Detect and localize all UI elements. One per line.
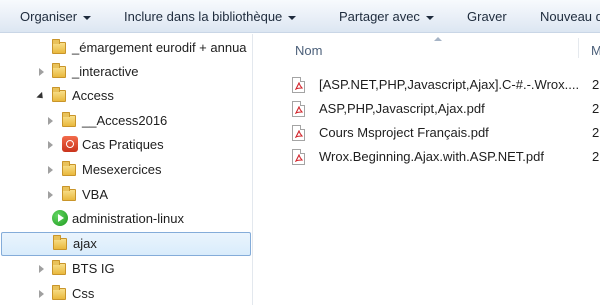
scrollbar-gutter: [253, 34, 278, 305]
include-label: Inclure dans la bibliothèque: [124, 9, 283, 24]
play-icon: [52, 210, 68, 226]
column-divider[interactable]: [578, 38, 579, 58]
folder-icon: [53, 235, 69, 252]
folder-icon: [62, 112, 78, 129]
chevron-down-icon: [288, 15, 297, 20]
app-icon: [62, 136, 78, 152]
organise-menu-button[interactable]: Organiser: [20, 0, 92, 33]
tree-item-label: BTS IG: [72, 261, 115, 276]
tree-item-label: administration-linux: [72, 211, 184, 226]
tree-item-css[interactable]: Css: [0, 282, 252, 305]
tree-item-label: Css: [72, 286, 95, 301]
pdf-file-icon: [292, 77, 305, 93]
folder-open-icon: [52, 87, 68, 104]
include-in-library-button[interactable]: Inclure dans la bibliothèque: [124, 0, 297, 33]
tree-item-vba[interactable]: VBA: [0, 183, 252, 207]
tree-item-administration-linux[interactable]: administration-linux: [0, 207, 252, 231]
share-with-button[interactable]: Partager avec: [339, 0, 434, 33]
share-label: Partager avec: [339, 9, 420, 24]
folder-icon: [52, 63, 68, 80]
folder-icon: [52, 285, 68, 302]
pdf-file-icon: [292, 101, 305, 117]
burn-button[interactable]: Graver: [467, 0, 507, 33]
expand-arrow-icon[interactable]: [36, 289, 46, 299]
file-name: [ASP.NET,PHP,Javascript,Ajax].C-#.-.Wrox…: [319, 77, 580, 92]
tree-item-label: _émargement eurodif + annua: [72, 40, 247, 55]
folder-icon: [62, 186, 78, 203]
tree-item-label: Access: [72, 88, 114, 103]
pdf-file-icon: [292, 125, 305, 141]
file-date-modified: 2: [592, 77, 600, 92]
file-date-modified: 2: [592, 125, 600, 140]
folder-icon: [62, 161, 78, 178]
file-name: Cours Msproject Français.pdf: [319, 125, 489, 140]
expand-arrow-icon[interactable]: [45, 140, 55, 150]
file-date-modified: 2: [592, 149, 600, 164]
file-name: ASP,PHP,Javascript,Ajax.pdf: [319, 101, 485, 116]
tree-item-label: VBA: [82, 187, 109, 202]
chevron-down-icon: [425, 15, 434, 20]
pdf-file-icon: [292, 149, 305, 165]
tree-item-label: Cas Pratiques: [82, 137, 164, 152]
collapse-arrow-icon[interactable]: [36, 91, 46, 101]
tree-item-label: _interactive: [72, 64, 139, 79]
command-bar: Organiser Inclure dans la bibliothèque P…: [0, 0, 600, 33]
file-row[interactable]: Wrox.Beginning.Ajax.with.ASP.NET.pdf 2: [292, 146, 600, 168]
file-row[interactable]: Cours Msproject Français.pdf 2: [292, 122, 600, 144]
file-list-header: Nom M: [278, 34, 600, 64]
tree-item-mesexercices[interactable]: Mesexercices: [0, 158, 252, 182]
chevron-down-icon: [83, 15, 92, 20]
tree-item-label: Mesexercices: [82, 162, 162, 177]
expand-arrow-icon[interactable]: [36, 67, 46, 77]
tree-item-interactive[interactable]: _interactive: [0, 60, 252, 84]
folder-icon: [52, 39, 68, 56]
file-date-modified: 2: [592, 101, 600, 116]
organise-label: Organiser: [20, 9, 78, 24]
file-row[interactable]: [ASP.NET,PHP,Javascript,Ajax].C-#.-.Wrox…: [292, 74, 600, 96]
tree-item-cas-pratiques[interactable]: Cas Pratiques: [0, 133, 252, 157]
column-header-name[interactable]: Nom: [295, 43, 322, 58]
new-folder-button[interactable]: Nouveau d: [540, 0, 600, 33]
new-folder-label: Nouveau d: [540, 9, 600, 24]
tree-item-label: ajax: [73, 236, 97, 251]
folder-icon: [52, 260, 68, 277]
tree-item-label: __Access2016: [82, 113, 168, 128]
file-name: Wrox.Beginning.Ajax.with.ASP.NET.pdf: [319, 149, 544, 164]
file-row[interactable]: ASP,PHP,Javascript,Ajax.pdf 2: [292, 98, 600, 120]
column-header-modified[interactable]: M: [591, 43, 600, 58]
navigation-pane: _émargement eurodif + annua _interactive…: [0, 34, 252, 305]
expand-arrow-icon[interactable]: [45, 116, 55, 126]
tree-item-access2016[interactable]: __Access2016: [0, 109, 252, 133]
tree-item-ajax[interactable]: ajax: [1, 232, 251, 256]
expand-arrow-icon[interactable]: [45, 165, 55, 175]
tree-item-emargement[interactable]: _émargement eurodif + annua: [0, 36, 252, 60]
burn-label: Graver: [467, 9, 507, 24]
tree-item-bts-ig[interactable]: BTS IG: [0, 257, 252, 281]
expand-arrow-icon[interactable]: [36, 264, 46, 274]
expand-arrow-icon[interactable]: [45, 190, 55, 200]
tree-item-access[interactable]: Access: [0, 84, 252, 108]
sort-ascending-icon: [434, 37, 442, 41]
